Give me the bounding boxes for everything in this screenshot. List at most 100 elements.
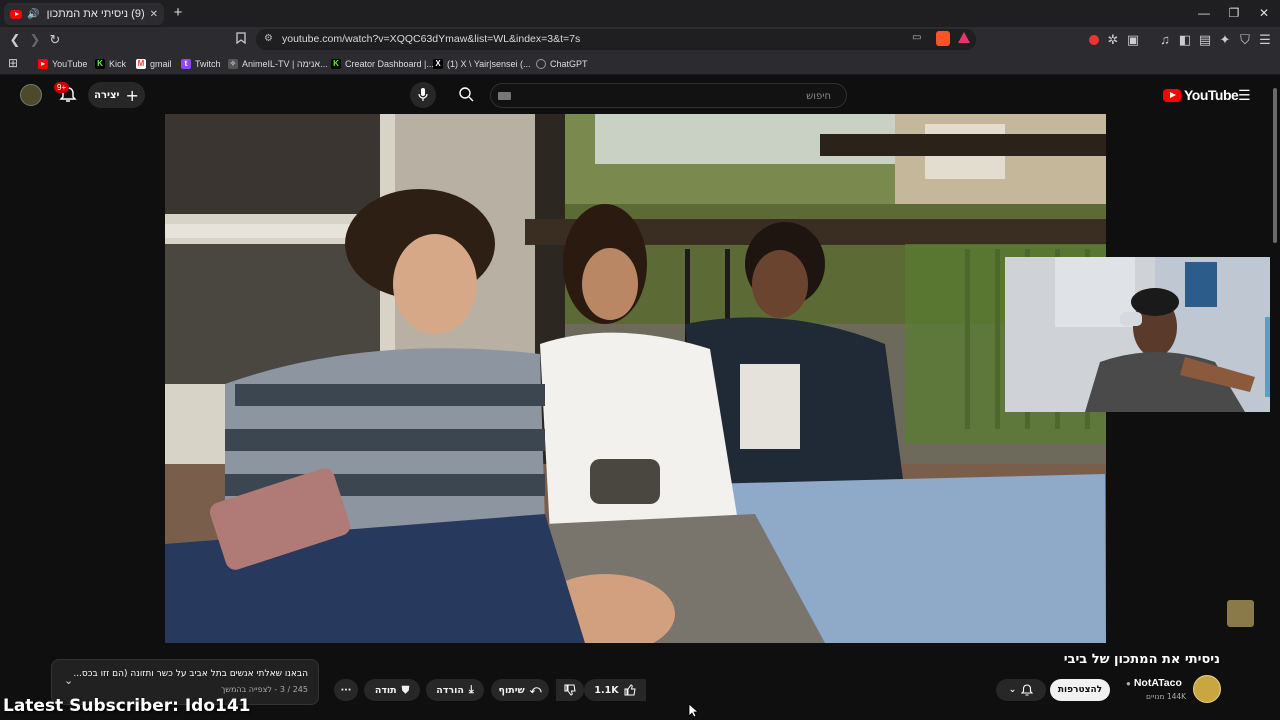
thanks-button[interactable]: תודה ⛊ [364, 679, 420, 701]
keyboard-icon[interactable] [498, 92, 511, 100]
voice-search-button[interactable] [410, 82, 436, 108]
youtube-favicon-icon [10, 9, 22, 19]
play-icon [1170, 92, 1176, 98]
thumbs-down-icon [564, 684, 576, 696]
bookmark-label: Twitch [195, 59, 221, 69]
apps-grid-icon[interactable]: ⊞ [4, 54, 22, 72]
sidebar-icon[interactable]: ◧ [1176, 31, 1194, 49]
bookmark-youtube[interactable]: ▸ YouTube [38, 57, 87, 71]
url-text[interactable]: youtube.com/watch?v=XQQC63dYmaw&list=WL&… [282, 33, 580, 45]
minimize-button[interactable]: — [1194, 4, 1214, 22]
microphone-icon [418, 88, 428, 101]
bookmark-chatgpt[interactable]: ChatGPT [536, 57, 588, 71]
restore-button[interactable]: ❐ [1224, 4, 1244, 22]
cast-icon[interactable]: ▭ [912, 32, 921, 43]
playlist-next-title: הבאנו שאלתי אנשים בתל אביב על כשר ותזונה… [73, 669, 308, 679]
youtube-logo[interactable]: YouTube [1163, 87, 1239, 103]
bookmark-label: (1) X \ Yair|sensei (... [447, 59, 531, 69]
close-window-button[interactable]: ✕ [1254, 4, 1274, 22]
bookmark-twitch[interactable]: t Twitch [181, 57, 221, 71]
new-tab-button[interactable]: + [168, 4, 188, 22]
youtube-logo-text: YouTube [1184, 87, 1239, 103]
subscriber-count: 144K מנויים [1146, 692, 1187, 701]
dislike-button[interactable] [556, 679, 584, 701]
download-label: הורדה [436, 684, 464, 696]
bookmark-creator-dashboard[interactable]: K Creator Dashboard |... [331, 57, 434, 71]
share-label: שיתוף [498, 684, 525, 696]
close-tab-icon[interactable]: ✕ [150, 9, 158, 20]
search-input[interactable] [521, 87, 831, 105]
screenshot-icon[interactable]: ▣ [1124, 31, 1142, 49]
wallet-icon[interactable]: ▤ [1196, 31, 1214, 49]
gmail-icon: M [136, 59, 146, 69]
bookmarks-bar: ⊞ ▸ YouTube K Kick Mgmail t Twitch ✧ AnimeIL… [0, 53, 1280, 75]
twitch-icon: t [181, 59, 191, 69]
bookmark-gmail[interactable]: Mgmail [136, 57, 172, 71]
guide-menu-icon[interactable]: ☰ [1238, 87, 1251, 104]
chevron-down-icon: ⌄ [1008, 685, 1017, 695]
create-button[interactable]: יצירה + [88, 82, 145, 108]
channel-name[interactable]: NotATaco [1134, 677, 1182, 689]
channel-watermark-icon[interactable] [1227, 600, 1254, 627]
bell-icon [1021, 683, 1034, 696]
bookmark-label: ChatGPT [550, 59, 588, 69]
brave-rewards-icon[interactable] [958, 32, 970, 43]
bookmark-kick[interactable]: K Kick [95, 57, 126, 71]
latest-subscriber-overlay: Latest Subscriber: Ido141 [3, 696, 251, 716]
avatar[interactable] [20, 84, 42, 106]
forward-icon[interactable]: ❯ [26, 31, 44, 49]
create-label: יצירה [94, 89, 120, 101]
address-bar[interactable]: ⚙ youtube.com/watch?v=XQQC63dYmaw&list=W… [256, 29, 976, 50]
record-extension-icon[interactable] [1089, 35, 1099, 45]
chevron-down-icon[interactable]: ⌄ [64, 674, 73, 687]
back-icon[interactable]: ❮ [6, 31, 24, 49]
search-button[interactable] [458, 86, 478, 106]
subscribe-button[interactable]: להצטרפות [1050, 679, 1110, 701]
video-title: ניסיתי את המתכון של ביבי [1063, 652, 1220, 667]
browser-tab-active[interactable]: 🔊 (9) ניסיתי את המתכון של ביבי ✕ [4, 3, 164, 25]
site-info-icon[interactable]: ⚙ [264, 33, 273, 44]
share-button[interactable]: שיתוף ⤺ [491, 679, 549, 701]
bookmark-label: gmail [150, 59, 172, 69]
kick-icon: K [95, 59, 105, 69]
super-thanks-icon: ⛊ [401, 684, 410, 696]
like-button[interactable]: 1.1K [584, 679, 646, 701]
bookmark-animeil[interactable]: ✧ AnimeIL-TV | אנימה... [228, 57, 328, 71]
page-scrollbar[interactable] [1270, 76, 1280, 720]
bookmark-label: AnimeIL-TV | אנימה... [242, 59, 328, 69]
notification-badge: 9+ [54, 82, 70, 93]
vpn-icon[interactable]: ⛉ [1236, 31, 1254, 49]
like-count: 1.1K [594, 684, 619, 696]
video-frame-image [165, 114, 1106, 643]
more-actions-button[interactable]: ··· [334, 679, 358, 701]
mouse-cursor-icon [688, 703, 698, 718]
video-player[interactable] [165, 114, 1106, 643]
channel-avatar[interactable] [1193, 675, 1221, 703]
thumbs-up-icon [624, 684, 636, 696]
webcam-overlay [1005, 257, 1280, 412]
speaker-icon[interactable]: 🔊 [27, 9, 39, 20]
leo-ai-icon[interactable]: ✦ [1216, 31, 1234, 49]
menu-icon[interactable]: ☰ [1256, 31, 1274, 49]
notifications-icon[interactable]: 9+ [54, 82, 80, 107]
bookmark-label: YouTube [52, 59, 88, 69]
search-box [490, 83, 847, 108]
playlist-position: 245 / 3 - לצפייה בהמשך [220, 685, 308, 694]
channel-name-row[interactable]: ● NotATaco [1126, 677, 1182, 689]
scrollbar-thumb[interactable] [1273, 88, 1277, 243]
extensions-icon[interactable]: ✲ [1104, 31, 1122, 49]
tab-title: (9) ניסיתי את המתכון של ביבי [44, 8, 145, 20]
reload-icon[interactable]: ↻ [46, 31, 64, 49]
media-icon[interactable]: ♫ [1156, 31, 1174, 49]
brave-shield-icon[interactable] [936, 31, 950, 46]
verified-icon: ● [1126, 678, 1131, 688]
browser-nav-bar: ❮ ❯ ↻ ⚙ youtube.com/watch?v=XQQC63dYmaw&… [0, 27, 1280, 53]
bookmark-icon[interactable] [232, 31, 250, 49]
bookmark-label: Kick [109, 59, 127, 69]
bookmark-label: Creator Dashboard |... [345, 59, 434, 69]
bookmark-x[interactable]: X (1) X \ Yair|sensei (... [433, 57, 531, 71]
download-button[interactable]: הורדה ⤓ [426, 679, 484, 701]
search-icon [459, 87, 474, 102]
youtube-header: 9+ יצירה + YouTube ☰ [0, 76, 1270, 114]
notification-bell-button[interactable]: ⌄ [996, 679, 1046, 701]
